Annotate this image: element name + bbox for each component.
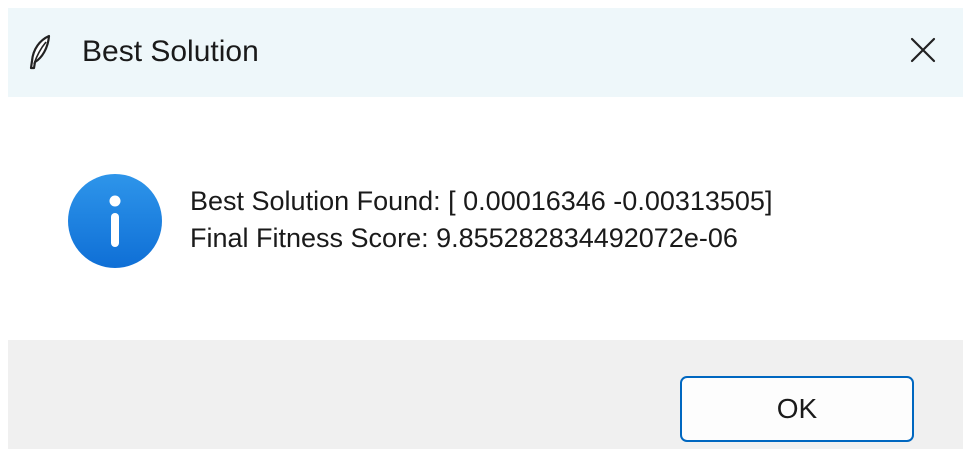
solution-text: Best Solution Found: [ 0.00016346 -0.003… xyxy=(190,186,773,216)
ok-button[interactable]: OK xyxy=(680,376,914,442)
dialog-content: Best Solution Found: [ 0.00016346 -0.003… xyxy=(8,97,963,340)
feather-icon xyxy=(26,34,56,70)
close-button[interactable] xyxy=(883,8,963,97)
button-bar: OK xyxy=(8,340,963,449)
window-title: Best Solution xyxy=(82,35,259,68)
message-text: Best Solution Found: [ 0.00016346 -0.003… xyxy=(190,183,772,257)
info-icon xyxy=(67,173,163,269)
fitness-score-text: Final Fitness Score: 9.855282834492072e-… xyxy=(190,223,738,253)
title-bar[interactable]: Best Solution xyxy=(8,8,963,97)
message-dialog: Best Solution Best Solution Found: [0.0… xyxy=(8,8,963,449)
close-icon xyxy=(910,37,936,68)
